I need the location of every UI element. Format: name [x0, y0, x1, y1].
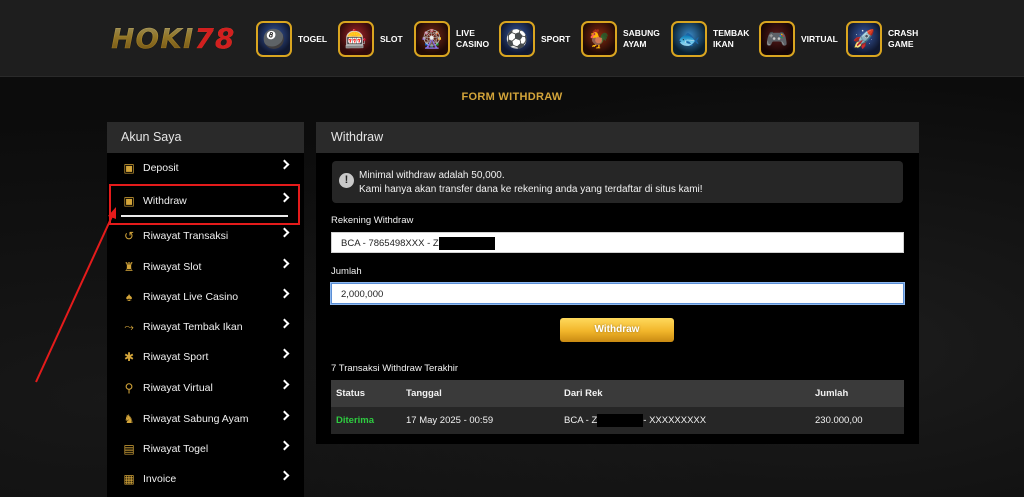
fish-icon: 🐟 — [671, 21, 707, 57]
sidebar-item-riwayat-virtual[interactable]: ⚲ Riwayat Virtual — [107, 373, 304, 403]
withdraw-panel: Withdraw ! Minimal withdraw adalah 50,00… — [316, 122, 919, 444]
chevron-right-icon — [279, 410, 290, 421]
sport-icon: ✱ — [123, 350, 135, 364]
nav-item-togel[interactable]: 🎱 TOGEL — [256, 18, 327, 60]
row-from-account: BCA - Z- XXXXXXXXX — [564, 413, 707, 427]
chevron-right-icon — [279, 348, 290, 359]
chevron-right-icon — [279, 192, 290, 203]
sidebar-title: Akun Saya — [107, 122, 304, 153]
roulette-icon: 🎡 — [414, 21, 450, 57]
nav-item-live-casino[interactable]: 🎡 LIVE CASINO — [414, 18, 489, 60]
header-jumlah: Jumlah — [815, 388, 849, 399]
rocket-icon: 🚀 — [846, 21, 882, 57]
account-label: Rekening Withdraw — [331, 215, 414, 226]
invoice-icon: ▦ — [123, 472, 135, 486]
sidebar-item-riwayat-transaksi[interactable]: ↺ Riwayat Transaksi — [107, 221, 304, 251]
wallet-out-icon: ▣ — [123, 194, 135, 208]
withdraw-history-table: Status Tanggal Dari Rek Jumlah Diterima … — [331, 380, 904, 434]
row-status: Diterima — [336, 415, 375, 426]
chevron-right-icon — [279, 379, 290, 390]
ticket-icon: ▤ — [123, 442, 135, 456]
sidebar-item-deposit[interactable]: ▣ Deposit — [107, 153, 304, 183]
fishing-icon: ⤳ — [124, 320, 134, 334]
chevron-right-icon — [279, 470, 290, 481]
withdraw-button[interactable]: Withdraw — [560, 318, 674, 342]
chevron-right-icon — [279, 159, 290, 170]
nav-item-virtual[interactable]: 🎮 VIRTUAL — [759, 18, 838, 60]
joystick-icon: ⚲ — [124, 381, 134, 395]
sidebar-item-riwayat-tembak-ikan[interactable]: ⤳ Riwayat Tembak Ikan — [107, 312, 304, 342]
row-date: 17 May 2025 - 00:59 — [406, 415, 494, 426]
amount-label: Jumlah — [331, 266, 362, 277]
gamepad-icon: 🎮 — [759, 21, 795, 57]
brand-logo[interactable]: HOKI78 — [111, 22, 235, 55]
table-row: Diterima 17 May 2025 - 00:59 BCA - Z- XX… — [331, 407, 904, 434]
top-navbar: HOKI78 🎱 TOGEL 🎰 SLOT 🎡 LIVE CASINO ⚽ SP… — [0, 0, 1024, 77]
soccer-icon: ⚽ — [499, 21, 535, 57]
lottery-ball-icon: 🎱 — [256, 21, 292, 57]
sidebar-item-riwayat-slot[interactable]: ♜ Riwayat Slot — [107, 252, 304, 282]
cards-icon: ♠ — [125, 290, 133, 304]
redaction-block — [597, 413, 644, 427]
amount-input[interactable]: 2,000,000 — [331, 283, 904, 304]
nav-item-sabung-ayam[interactable]: 🐓 SABUNG AYAM — [581, 18, 660, 60]
history-title: 7 Transaksi Withdraw Terakhir — [331, 363, 459, 374]
account-sidebar: Akun Saya ▣ Deposit ▣ Withdraw ↺ Riwayat… — [107, 122, 304, 497]
wallet-icon: ▣ — [123, 161, 135, 175]
nav-item-crash-game[interactable]: 🚀 CRASH GAME — [846, 18, 918, 60]
sidebar-item-invoice[interactable]: ▦ Invoice — [107, 464, 304, 494]
chevron-right-icon — [279, 318, 290, 329]
chevron-right-icon — [279, 258, 290, 269]
rooster-icon: ♞ — [123, 412, 135, 426]
header-status: Status — [336, 388, 366, 399]
slot-icon: ♜ — [123, 260, 135, 274]
chevron-right-icon — [279, 440, 290, 451]
rooster-icon: 🐓 — [581, 21, 617, 57]
page-title: FORM WITHDRAW — [461, 91, 563, 103]
table-header: Status Tanggal Dari Rek Jumlah — [331, 380, 904, 407]
sidebar-item-riwayat-togel[interactable]: ▤ Riwayat Togel — [107, 434, 304, 464]
sidebar-item-riwayat-sabung-ayam[interactable]: ♞ Riwayat Sabung Ayam — [107, 404, 304, 434]
header-dari-rek: Dari Rek — [564, 388, 603, 399]
redaction-block — [438, 236, 495, 250]
row-amount: 230.000,00 — [815, 415, 863, 426]
history-icon: ↺ — [123, 229, 135, 243]
nav-item-tembak-ikan[interactable]: 🐟 TEMBAK IKAN — [671, 18, 749, 60]
notice-line-transfer: Kami hanya akan transfer dana ke rekenin… — [359, 183, 703, 195]
nav-item-sport[interactable]: ⚽ SPORT — [499, 18, 570, 60]
header-tanggal: Tanggal — [406, 388, 442, 399]
slot-machine-icon: 🎰 — [338, 21, 374, 57]
nav-item-slot[interactable]: 🎰 SLOT — [338, 18, 403, 60]
chevron-right-icon — [279, 288, 290, 299]
withdraw-account-select[interactable]: BCA - 7865498XXX - Z — [331, 232, 904, 253]
chevron-right-icon — [279, 227, 290, 238]
sidebar-item-withdraw[interactable]: ▣ Withdraw — [107, 186, 304, 216]
alert-icon: ! — [339, 173, 354, 188]
withdraw-notice: ! Minimal withdraw adalah 50,000. Kami h… — [332, 161, 903, 203]
notice-line-min: Minimal withdraw adalah 50,000. — [359, 170, 505, 181]
selected-underline — [121, 215, 288, 217]
sidebar-item-riwayat-sport[interactable]: ✱ Riwayat Sport — [107, 342, 304, 372]
sidebar-item-riwayat-live-casino[interactable]: ♠ Riwayat Live Casino — [107, 282, 304, 312]
withdraw-panel-title: Withdraw — [316, 122, 919, 153]
